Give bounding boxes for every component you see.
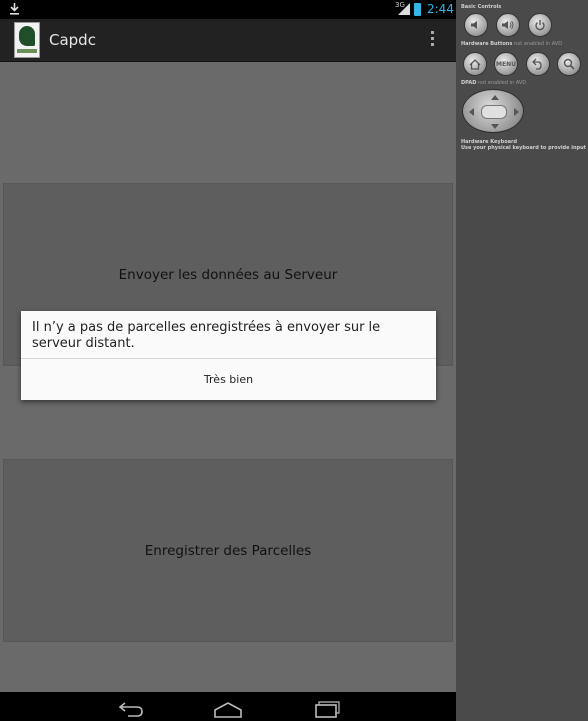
dialog-ok-label: Très bien (203, 373, 254, 386)
alert-dialog: Il n’y a pas de parcelles enregistrées à… (21, 311, 436, 400)
back-icon[interactable] (116, 700, 146, 718)
hardware-buttons-label: Hardware Buttons not enabled in AVD (461, 41, 562, 47)
power-button[interactable] (528, 13, 552, 37)
dialog-message: Il n’y a pas de parcelles enregistrées à… (32, 320, 381, 351)
save-parcels-button[interactable]: Enregistrer des Parcelles (3, 459, 453, 642)
send-data-label: Envoyer les données au Serveur (118, 266, 338, 283)
volume-down-icon (471, 21, 477, 29)
volume-down-button[interactable] (464, 13, 488, 37)
signal-icon (398, 3, 410, 15)
search-icon (563, 58, 575, 70)
hw-back-button[interactable] (526, 52, 550, 76)
hardware-keyboard-note: Use your physical keyboard to provide in… (461, 145, 587, 151)
dpad-up-icon[interactable] (491, 95, 499, 100)
hardware-buttons-note: not enabled in AVD (514, 41, 563, 47)
action-bar: Capdc (0, 19, 456, 62)
dialog-ok-button[interactable]: Très bien (21, 359, 436, 400)
volume-up-icon (502, 20, 514, 30)
home-icon[interactable] (213, 700, 243, 718)
back-icon (532, 58, 542, 70)
dpad-label: DPAD not enabled in AVD (461, 80, 526, 86)
hw-search-button[interactable] (557, 52, 581, 76)
volume-up-button[interactable] (496, 13, 520, 37)
navigation-bar (0, 692, 456, 721)
dpad-note: not enabled in AVD (478, 80, 527, 86)
status-bar: 3G 2:44 (0, 0, 456, 19)
dpad-left-icon[interactable] (469, 108, 474, 116)
recent-apps-icon[interactable] (311, 700, 341, 718)
hardware-buttons-title: Hardware Buttons (461, 41, 513, 47)
app-logo[interactable] (14, 22, 40, 58)
basic-controls-label: Basic Controls (461, 4, 502, 10)
logo-band (17, 49, 37, 53)
app-title: Capdc (49, 31, 96, 49)
home-icon (469, 58, 481, 70)
dpad-right-icon[interactable] (514, 108, 519, 116)
hw-home-button[interactable] (463, 52, 487, 76)
dpad-center-button[interactable] (481, 105, 507, 119)
hw-menu-button[interactable]: MENU (494, 52, 518, 76)
dpad[interactable] (462, 89, 524, 133)
battery-icon (414, 3, 421, 16)
power-icon (535, 20, 545, 31)
dpad-title: DPAD (461, 80, 477, 86)
menu-label: MENU (496, 60, 516, 68)
dpad-down-icon[interactable] (491, 124, 499, 129)
device-screen: 3G 2:44 Capdc Envoyer les données au Ser… (0, 0, 456, 721)
save-parcels-label: Enregistrer des Parcelles (144, 542, 312, 559)
emulator-controls-panel: Basic Controls Hardware Buttons not enab… (456, 0, 588, 721)
clock: 2:44 (427, 2, 454, 16)
leaf-icon (19, 26, 35, 46)
download-icon (10, 3, 19, 15)
overflow-menu-icon[interactable] (426, 31, 438, 51)
